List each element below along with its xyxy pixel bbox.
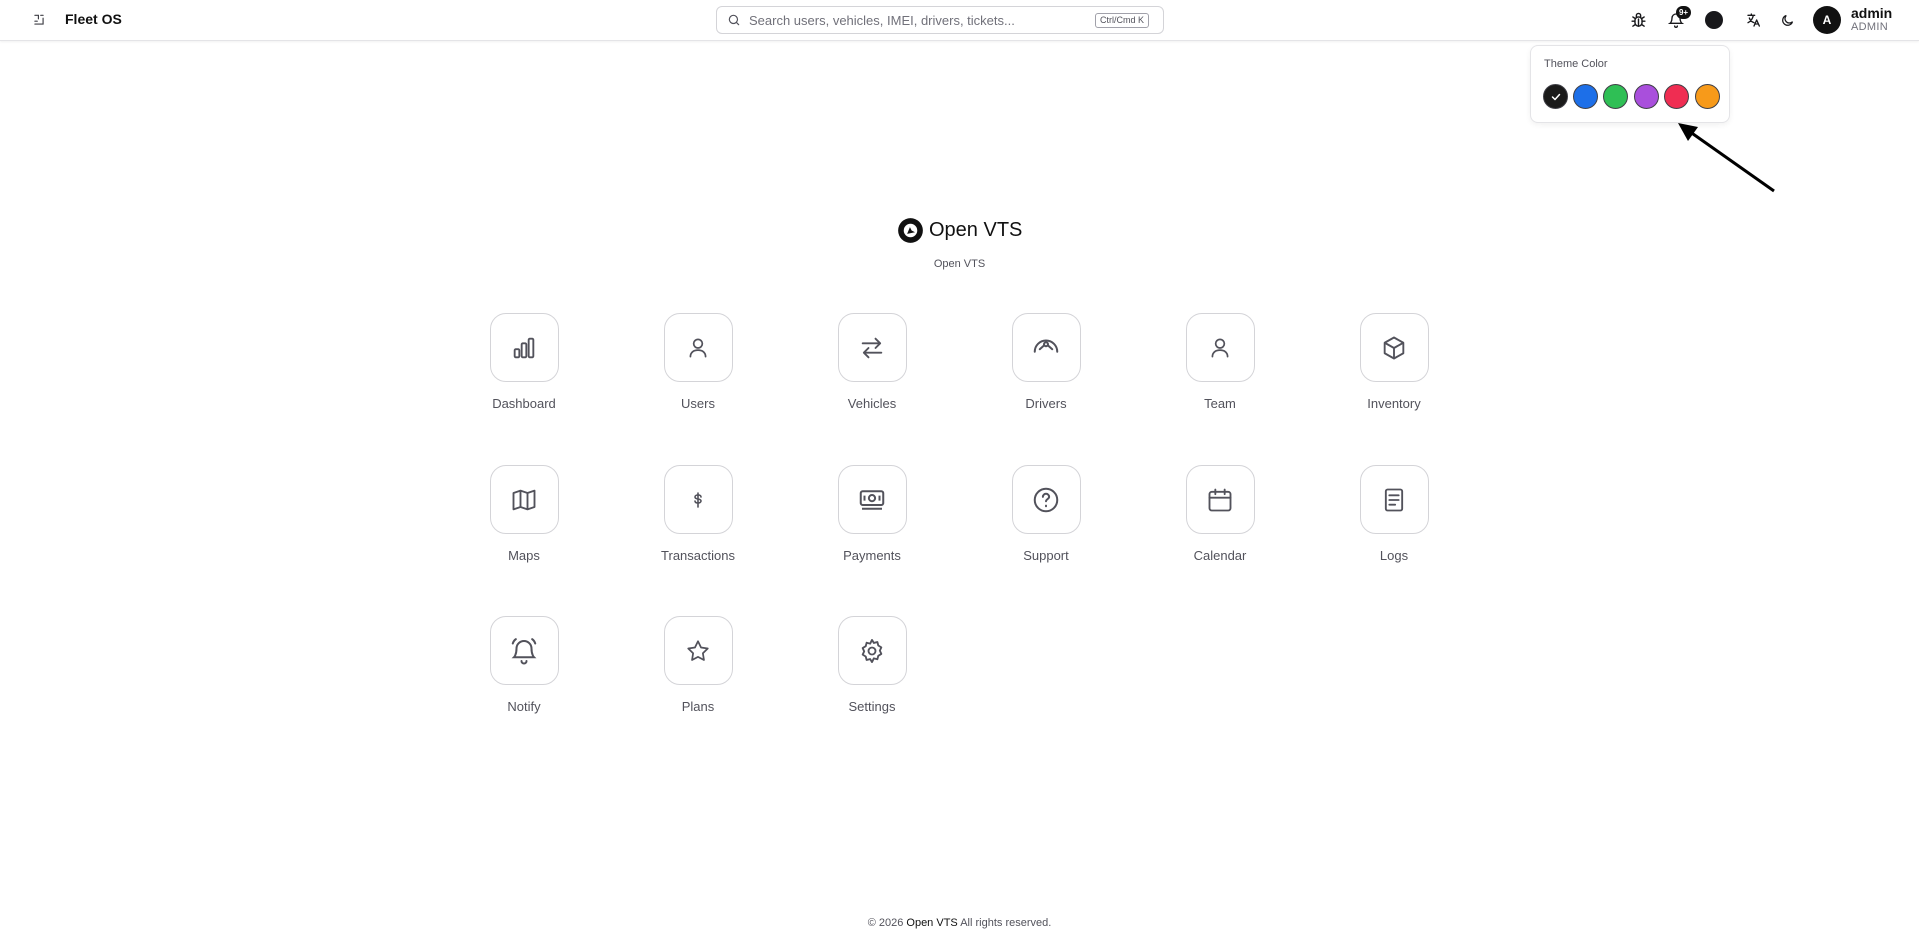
app-label: Maps [508,548,540,563]
check-icon [1551,93,1560,100]
app-label: Settings [848,699,896,714]
moon-icon [1781,14,1793,26]
app-label: Plans [681,699,715,714]
app-tile-calendar[interactable]: Calendar [1170,465,1270,563]
global-search[interactable]: Ctrl/Cmd K [716,6,1164,34]
app-label: Drivers [1025,396,1067,411]
swatch-red[interactable] [1664,84,1689,109]
app-tile-inventory[interactable]: Inventory [1344,313,1444,411]
pointer-arrow [1678,123,1775,193]
swatch-orange[interactable] [1695,84,1720,109]
brand-logo: Open VTS [897,217,1022,244]
brand-name: Open VTS [929,219,1023,241]
app-label: Support [1023,548,1069,563]
theme-color-button[interactable] [1703,9,1725,31]
app-tile-notify[interactable]: Notify [474,616,574,714]
dark-mode-toggle[interactable] [1776,9,1798,31]
app-tile-users[interactable]: Users [648,313,748,411]
app-tile-plans[interactable]: Plans [648,616,748,714]
user-icon [689,337,707,358]
open-vts-logo-icon [898,218,923,243]
star-icon [687,639,709,661]
debug-button[interactable] [1627,9,1649,31]
app-tile-dashboard[interactable]: Dashboard [474,313,574,411]
app-tile-maps[interactable]: Maps [474,465,574,563]
user-icon [1211,337,1229,358]
theme-color-popover: Theme Color [1530,45,1730,123]
dollar-icon [694,491,702,508]
app-label: Vehicles [847,396,897,411]
app-label: Dashboard [492,396,556,411]
app-label: Payments [843,548,901,563]
top-bar: Fleet OS Ctrl/Cmd K 9+ A admin ADMIN [0,0,1919,41]
app-tile-transactions[interactable]: Transactions [648,465,748,563]
footer: © 2026 Open VTS All rights reserved. [0,917,1919,929]
app-tile-drivers[interactable]: Drivers [996,313,1096,411]
app-tile-settings[interactable]: Settings [822,616,922,714]
document-icon [1384,488,1404,511]
app-label: Notify [507,699,541,714]
app-label: Transactions [661,548,735,563]
avatar[interactable]: A [1813,6,1841,34]
translate-icon [1747,13,1760,27]
swatch-green[interactable] [1603,84,1628,109]
app-tile-support[interactable]: Support [996,465,1096,563]
banknote-icon [859,489,885,510]
help-circle-icon [1033,487,1059,512]
gear-icon [861,638,883,663]
popover-title: Theme Color [1544,58,1608,70]
app-tile-vehicles[interactable]: Vehicles [822,313,922,411]
notification-badge: 9+ [1676,6,1691,19]
theme-color-dot [1705,11,1723,29]
footer-copyright: © 2026 [867,917,904,929]
app-tile-payments[interactable]: Payments [822,465,922,563]
bar-chart-icon [513,337,535,358]
language-button[interactable] [1743,9,1765,31]
app-tile-team[interactable]: Team [1170,313,1270,411]
app-label: Users [681,396,715,411]
sidebar-toggle-button[interactable] [28,9,50,31]
box-icon [1383,336,1405,359]
swatch-black[interactable] [1543,84,1568,109]
sidebar-toggle-icon [34,14,44,25]
search-icon [727,13,741,27]
app-label: Calendar [1193,548,1247,563]
swatch-blue[interactable] [1573,84,1598,109]
app-label: Inventory [1367,396,1421,411]
app-tile-logs[interactable]: Logs [1344,465,1444,563]
swatch-purple[interactable] [1634,84,1659,109]
calendar-icon [1208,488,1232,511]
footer-brand-link[interactable]: Open VTS [906,917,957,929]
bell-ring-icon [511,637,537,664]
app-title: Fleet OS [65,11,122,27]
user-role: ADMIN [1851,21,1888,33]
arrows-swap-icon [861,337,883,358]
search-shortcut-hint: Ctrl/Cmd K [1094,13,1149,28]
steering-wheel-icon [1033,339,1059,353]
user-name[interactable]: admin [1851,5,1892,21]
brand-subtitle: Open VTS [933,258,986,270]
app-label: Team [1204,396,1236,411]
map-icon [512,489,536,510]
notifications-button[interactable]: 9+ [1665,6,1691,31]
bug-icon [1630,12,1646,27]
footer-rights: All rights reserved. [960,917,1052,929]
app-label: Logs [1379,548,1409,563]
